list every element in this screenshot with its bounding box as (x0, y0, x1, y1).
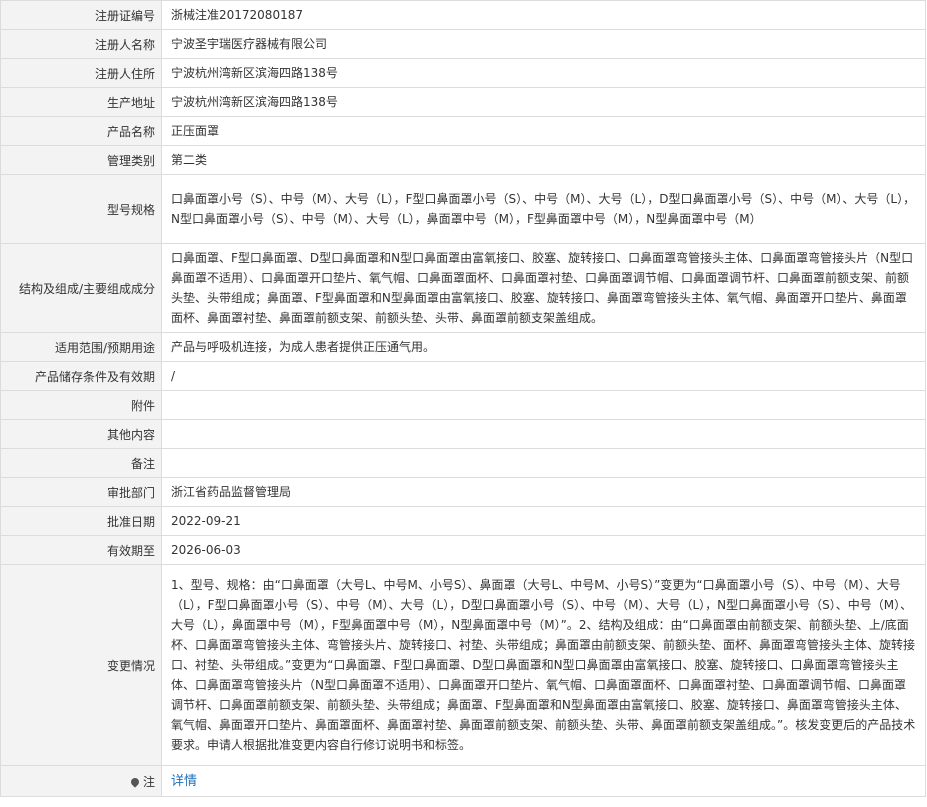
field-value: 产品与呼吸机连接，为成人患者提供正压通气用。 (161, 332, 926, 362)
field-value: 1、型号、规格：由“口鼻面罩（大号L、中号M、小号S）、鼻面罩（大号L、中号M、… (161, 564, 926, 766)
field-label: 注册人住所 (0, 58, 162, 88)
field-label: 备注 (0, 448, 162, 478)
row-attachments: 附件 (0, 390, 926, 420)
field-value: 2022-09-21 (161, 506, 926, 536)
pin-icon (129, 776, 141, 788)
field-label: 产品名称 (0, 116, 162, 146)
row-storage: 产品储存条件及有效期 / (0, 361, 926, 391)
note-value-cell: 详情 (161, 765, 926, 797)
row-valid-until: 有效期至 2026-06-03 (0, 535, 926, 565)
row-intended-use: 适用范围/预期用途 产品与呼吸机连接，为成人患者提供正压通气用。 (0, 332, 926, 362)
row-product-name: 产品名称 正压面罩 (0, 116, 926, 146)
row-approval-department: 审批部门 浙江省药品监督管理局 (0, 477, 926, 507)
field-label: 有效期至 (0, 535, 162, 565)
row-model-spec: 型号规格 口鼻面罩小号（S）、中号（M）、大号（L），F型口鼻面罩小号（S）、中… (0, 174, 926, 244)
row-registration-number: 注册证编号 浙械注准20172080187 (0, 0, 926, 30)
field-label: 生产地址 (0, 87, 162, 117)
row-other-content: 其他内容 (0, 419, 926, 449)
field-value (161, 390, 926, 420)
note-label: 注 (142, 774, 155, 789)
row-structure: 结构及组成/主要组成成分 口鼻面罩、F型口鼻面罩、D型口鼻面罩和N型口鼻面罩由富… (0, 243, 926, 333)
details-link[interactable]: 详情 (171, 774, 197, 789)
field-label: 产品储存条件及有效期 (0, 361, 162, 391)
field-label: 型号规格 (0, 174, 162, 244)
field-value: / (161, 361, 926, 391)
field-label: 注册证编号 (0, 0, 162, 30)
row-change-history: 变更情况 1、型号、规格：由“口鼻面罩（大号L、中号M、小号S）、鼻面罩（大号L… (0, 564, 926, 766)
field-label: 审批部门 (0, 477, 162, 507)
field-value: 正压面罩 (161, 116, 926, 146)
field-label: 变更情况 (0, 564, 162, 766)
field-value: 浙江省药品监督管理局 (161, 477, 926, 507)
field-label: 附件 (0, 390, 162, 420)
row-production-address: 生产地址 宁波杭州湾新区滨海四路138号 (0, 87, 926, 117)
row-registrant-address: 注册人住所 宁波杭州湾新区滨海四路138号 (0, 58, 926, 88)
registration-detail-table: 注册证编号 浙械注准20172080187 注册人名称 宁波圣宇瑞医疗器械有限公… (0, 0, 926, 797)
field-label: 注册人名称 (0, 29, 162, 59)
field-label: 其他内容 (0, 419, 162, 449)
field-value (161, 448, 926, 478)
field-value: 宁波杭州湾新区滨海四路138号 (161, 87, 926, 117)
field-value: 2026-06-03 (161, 535, 926, 565)
note-label-cell: 注 (0, 765, 162, 797)
field-value: 口鼻面罩、F型口鼻面罩、D型口鼻面罩和N型口鼻面罩由富氧接口、胶塞、旋转接口、口… (161, 243, 926, 333)
row-management-category: 管理类别 第二类 (0, 145, 926, 175)
field-label: 管理类别 (0, 145, 162, 175)
row-remarks: 备注 (0, 448, 926, 478)
row-note: 注 详情 (0, 765, 926, 797)
field-value: 宁波圣宇瑞医疗器械有限公司 (161, 29, 926, 59)
row-registrant-name: 注册人名称 宁波圣宇瑞医疗器械有限公司 (0, 29, 926, 59)
field-value: 宁波杭州湾新区滨海四路138号 (161, 58, 926, 88)
field-value: 口鼻面罩小号（S）、中号（M）、大号（L），F型口鼻面罩小号（S）、中号（M）、… (161, 174, 926, 244)
field-value (161, 419, 926, 449)
field-label: 结构及组成/主要组成成分 (0, 243, 162, 333)
field-value: 浙械注准20172080187 (161, 0, 926, 30)
field-value: 第二类 (161, 145, 926, 175)
field-label: 适用范围/预期用途 (0, 332, 162, 362)
row-approval-date: 批准日期 2022-09-21 (0, 506, 926, 536)
field-label: 批准日期 (0, 506, 162, 536)
